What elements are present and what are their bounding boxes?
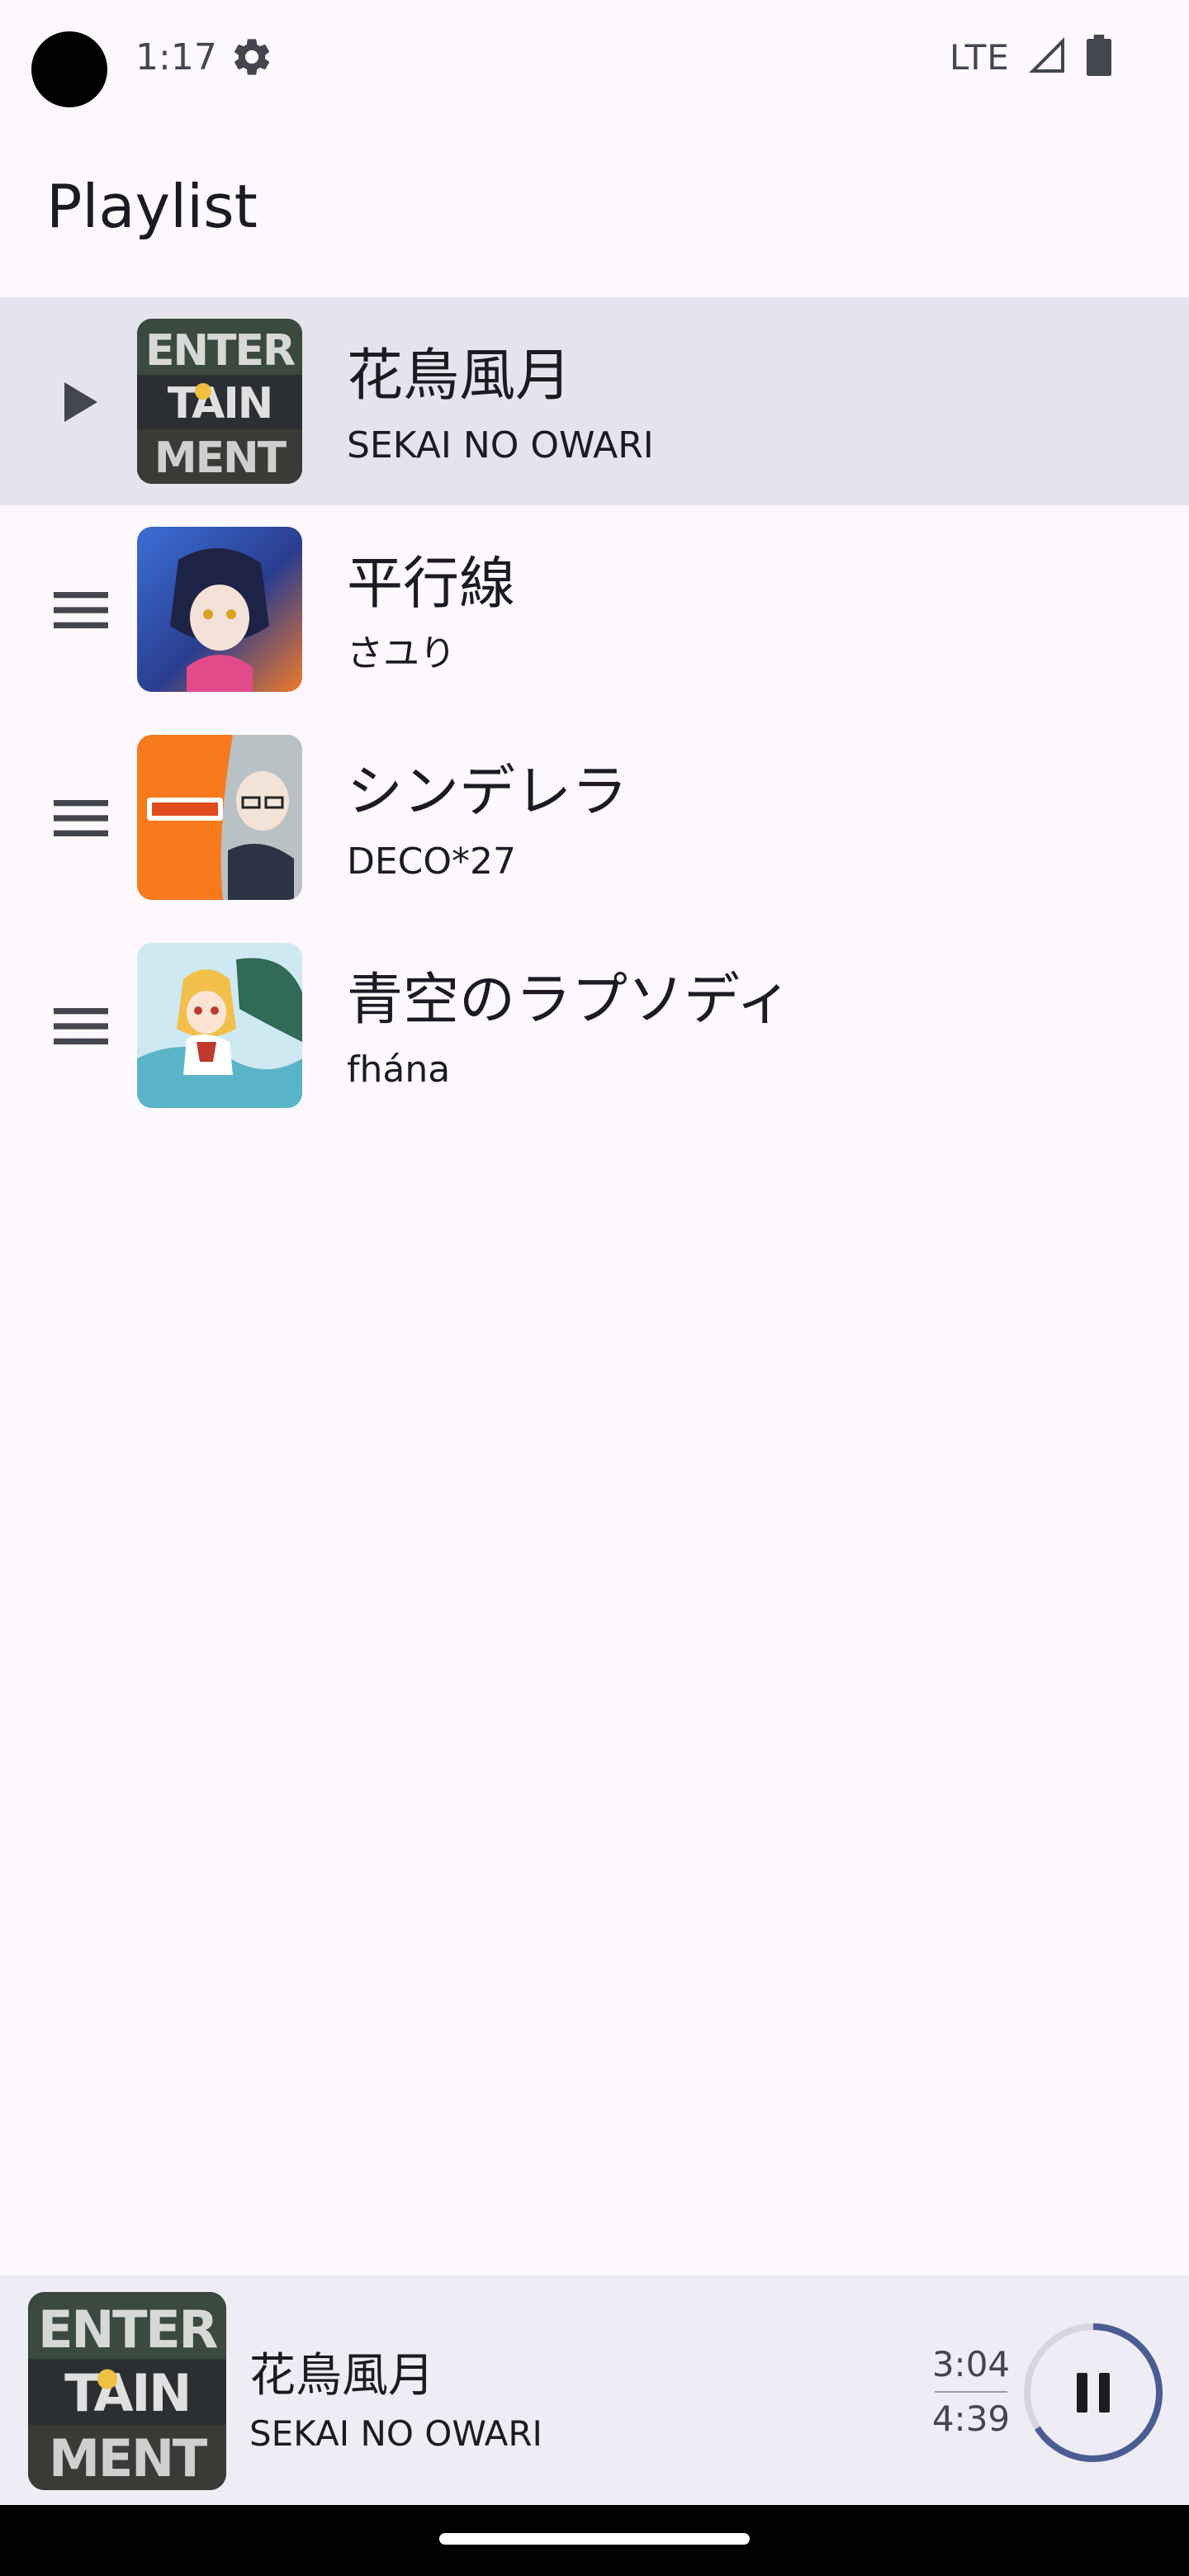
current-time: 3:04 [931,2344,1011,2384]
status-time: 1:17 [135,36,217,78]
now-playing-title: 花鳥風月 [249,2349,434,2403]
playlist-item[interactable]: 平行線 さユり [0,505,1189,713]
song-title: 平行線 [347,552,516,617]
drag-handle-icon[interactable] [48,581,114,639]
status-bar: 1:17 LTE [0,0,1189,116]
svg-text:TAIN: TAIN [168,379,272,429]
album-art [137,527,302,692]
total-time: 4:39 [931,2398,1011,2439]
mini-player[interactable]: ENTER TAIN MENT 花鳥風月 SEKAI NO OWARI 3:04… [0,2275,1189,2505]
home-gesture-handle[interactable] [439,2533,750,2545]
song-title: シンデレラ [347,760,628,825]
album-art [137,735,302,900]
cell-signal-icon [1029,37,1064,73]
camera-cutout [31,31,107,107]
song-artist: fhána [347,1049,451,1091]
svg-text:ENTER: ENTER [145,326,295,376]
playlist-item[interactable]: 青空のラプソディ fhána [0,921,1189,1129]
album-art: ENTER TAIN MENT [137,319,302,484]
battery-icon [1087,35,1111,76]
song-artist: さユり [347,632,456,675]
now-playing-album-art[interactable]: ENTER TAIN MENT [28,2292,226,2490]
playlist-item[interactable]: シンデレラ DECO*27 [0,713,1189,921]
svg-text:MENT: MENT [154,433,287,483]
playlist-item[interactable]: ENTER TAIN MENT 花鳥風月 SEKAI NO OWARI [0,297,1189,505]
drag-handle-icon[interactable] [48,789,114,847]
svg-text:ENTER: ENTER [38,2299,217,2360]
playback-time: 3:04 4:39 [930,2342,1012,2442]
page-title: Playlist [46,172,258,241]
svg-text:TAIN: TAIN [64,2363,190,2423]
song-artist: DECO*27 [347,841,517,883]
settings-gear-icon [234,39,270,75]
song-title: 花鳥風月 [347,343,572,409]
svg-text:MENT: MENT [49,2428,208,2488]
drag-handle-icon[interactable] [48,997,114,1055]
album-art [137,943,302,1108]
pause-icon [1077,2373,1110,2413]
time-divider [935,2391,1007,2393]
song-artist: SEKAI NO OWARI [347,424,654,466]
now-playing-artist: SEKAI NO OWARI [249,2413,542,2454]
play-arrow-icon [48,373,114,431]
pause-button[interactable] [1021,2320,1166,2465]
system-navigation-bar [0,2505,1189,2576]
song-title: 青空のラプソディ [347,968,793,1033]
playlist: ENTER TAIN MENT 花鳥風月 SEKAI NO OWARI 平行線 [0,297,1189,1129]
network-type: LTE [950,37,1010,78]
